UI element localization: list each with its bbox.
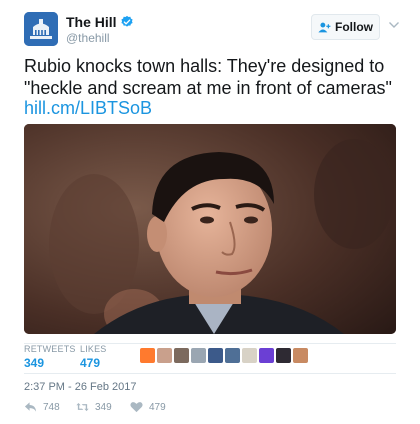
liker-avatar[interactable] bbox=[140, 348, 155, 363]
like-button[interactable]: 479 bbox=[130, 401, 166, 413]
liker-avatar[interactable] bbox=[259, 348, 274, 363]
liker-avatar[interactable] bbox=[276, 348, 291, 363]
liker-avatar[interactable] bbox=[191, 348, 206, 363]
heart-icon bbox=[130, 402, 143, 413]
follow-button[interactable]: Follow bbox=[311, 14, 380, 40]
liker-avatar[interactable] bbox=[157, 348, 172, 363]
the-hill-logo-icon bbox=[24, 12, 58, 46]
photo-image bbox=[24, 124, 396, 334]
reply-count: 748 bbox=[43, 401, 60, 413]
chevron-down-icon[interactable] bbox=[388, 20, 400, 30]
follow-button-label: Follow bbox=[335, 20, 373, 34]
tweet-header: The Hill @thehill Follow bbox=[24, 12, 404, 48]
account-names: The Hill @thehill bbox=[66, 14, 134, 46]
retweet-count: 349 bbox=[95, 401, 112, 413]
reply-button[interactable]: 748 bbox=[24, 401, 60, 413]
retweets-label: RETWEETS bbox=[24, 344, 76, 354]
avatar[interactable] bbox=[24, 12, 58, 46]
likes-label: LIKES bbox=[80, 344, 107, 354]
reply-icon bbox=[24, 402, 37, 412]
verified-badge-icon bbox=[120, 15, 133, 27]
liker-avatar[interactable] bbox=[242, 348, 257, 363]
liker-avatar[interactable] bbox=[293, 348, 308, 363]
liker-avatar[interactable] bbox=[208, 348, 223, 363]
retweets-stat[interactable]: RETWEETS 349 bbox=[24, 344, 76, 370]
retweets-value: 349 bbox=[24, 356, 45, 370]
tweet-timestamp[interactable]: 2:37 PM - 26 Feb 2017 bbox=[24, 380, 137, 394]
likes-value: 479 bbox=[80, 356, 101, 370]
liker-avatar[interactable] bbox=[225, 348, 240, 363]
tweet-card: The Hill @thehill Follow Rubio knocks to… bbox=[0, 0, 420, 424]
liker-avatars bbox=[140, 348, 308, 363]
retweet-button[interactable]: 349 bbox=[76, 401, 112, 413]
liker-avatar[interactable] bbox=[174, 348, 189, 363]
display-name-row: The Hill bbox=[66, 14, 134, 30]
like-count: 479 bbox=[149, 401, 166, 413]
retweet-icon bbox=[76, 402, 89, 412]
tweet-link[interactable]: hill.cm/LIBTSoB bbox=[24, 97, 152, 119]
tweet-actions: 748 349 479 bbox=[24, 401, 224, 415]
tweet-text: Rubio knocks town halls: They're designe… bbox=[24, 56, 392, 98]
display-name[interactable]: The Hill bbox=[66, 14, 117, 30]
engagement-stats: RETWEETS 349 LIKES 479 bbox=[24, 344, 396, 370]
handle[interactable]: @thehill bbox=[66, 31, 134, 46]
divider bbox=[24, 373, 396, 374]
likes-stat[interactable]: LIKES 479 bbox=[80, 344, 107, 370]
add-user-icon bbox=[318, 22, 331, 32]
tweet-photo[interactable] bbox=[24, 124, 396, 334]
